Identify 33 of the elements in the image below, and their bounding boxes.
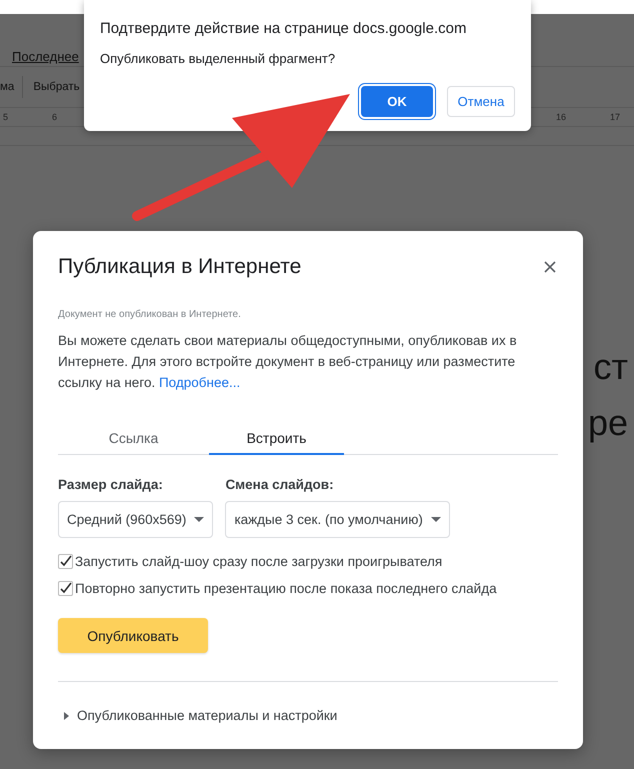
ruler-number: 17 <box>610 112 620 122</box>
checkbox[interactable] <box>58 554 73 569</box>
cancel-button[interactable]: Отмена <box>447 86 515 117</box>
close-icon[interactable] <box>542 259 558 275</box>
ruler-number: 16 <box>556 112 566 122</box>
confirm-title: Подтвердите действие на странице docs.google.com <box>100 20 468 37</box>
expand-icon <box>64 712 69 720</box>
publish-status: Документ не опубликован в Интернете. <box>58 309 242 320</box>
description: Вы можете сделать свои материалы общедоступными, опубликовав их в Интернете. Для этого встройте документ в веб-страницу или разместите ссылку на него. Подробнее... <box>58 332 518 392</box>
ruler-number: 5 <box>3 112 8 122</box>
slide-text: ре <box>588 402 628 444</box>
tab[interactable]: Ссылка <box>58 423 209 455</box>
dropdown[interactable]: каждые 3 сек. (по умолчанию) <box>225 501 450 538</box>
dialog-title: Публикация в Интернете <box>58 255 302 279</box>
recent-link[interactable]: Последнее <box>12 49 79 64</box>
confirm-message: Опубликовать выделенный фрагмент? <box>100 51 336 66</box>
checkbox-label: Повторно запустить презентацию после показа последнего слайда <box>75 581 497 596</box>
publish-button[interactable]: Опубликовать <box>58 618 208 653</box>
checkbox-label: Запустить слайд-шоу сразу после загрузки проигрывателя <box>75 554 442 569</box>
slide-text: ст <box>594 346 628 388</box>
dropdown[interactable]: Средний (960x569) <box>58 501 214 538</box>
field-label: Размер слайда: <box>58 477 164 492</box>
checkbox[interactable] <box>58 581 73 596</box>
field-label: Смена слайдов: <box>225 477 335 492</box>
learn-more-link[interactable]: Подробнее... <box>158 375 240 390</box>
ruler-number: 6 <box>52 112 58 122</box>
details-toggle[interactable]: Опубликованные материалы и настройки <box>58 708 338 723</box>
ok-button[interactable]: OK <box>361 86 433 117</box>
caret-icon <box>194 517 204 522</box>
caret-icon <box>430 517 441 522</box>
toolbar-item[interactable]: Выбрать <box>33 81 80 93</box>
tab[interactable]: Встроить <box>209 423 344 455</box>
toolbar-item[interactable]: ма <box>0 81 14 93</box>
